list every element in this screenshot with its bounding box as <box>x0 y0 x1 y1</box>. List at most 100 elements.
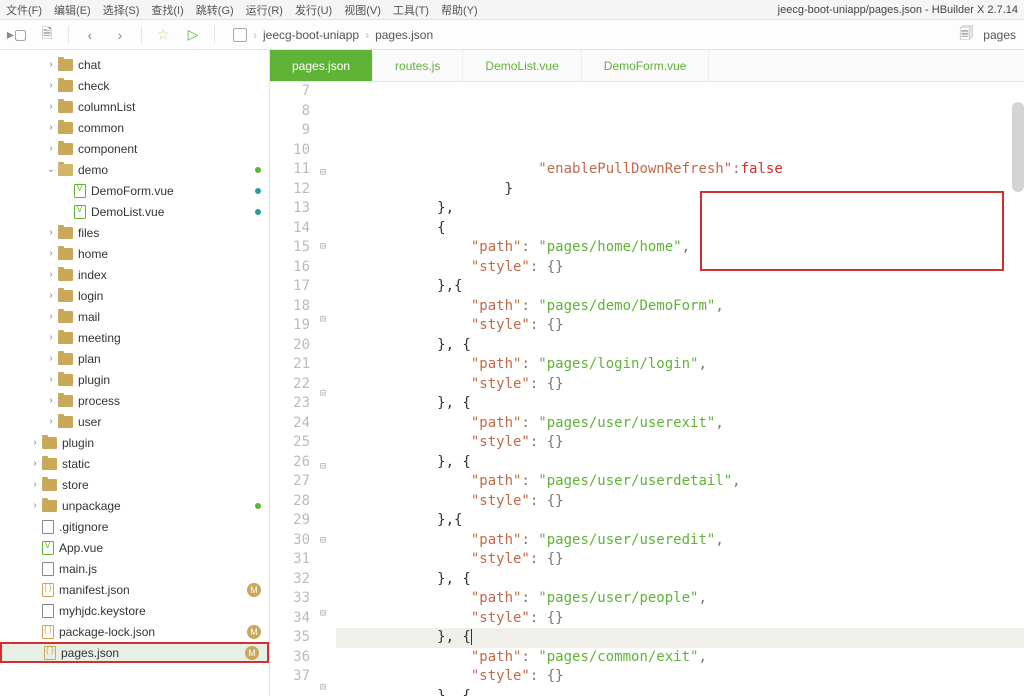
editor-tab[interactable]: routes.js <box>373 50 463 81</box>
run-icon[interactable]: ▷ <box>184 26 202 44</box>
forward-icon[interactable]: › <box>111 26 129 44</box>
code-line[interactable]: }, { <box>336 394 1024 414</box>
folder-item[interactable]: ›common <box>0 117 269 138</box>
file-explorer[interactable]: ›chat›check›columnList›common›component⌄… <box>0 50 270 696</box>
menu-item[interactable]: 发行(U) <box>295 5 332 17</box>
code-line[interactable]: "style": {} <box>336 492 1024 512</box>
outline-icon[interactable]: 🗐 <box>957 26 975 44</box>
code-line[interactable]: "path": "pages/common/exit", <box>336 648 1024 668</box>
chevron-icon[interactable]: › <box>44 101 58 112</box>
code-line[interactable]: "path": "pages/demo/DemoForm", <box>336 297 1024 317</box>
chevron-icon[interactable]: › <box>44 248 58 259</box>
folder-item[interactable]: ›index <box>0 264 269 285</box>
chevron-icon[interactable]: › <box>28 437 42 448</box>
code-line[interactable]: "style": {} <box>336 433 1024 453</box>
folder-item[interactable]: ›login <box>0 285 269 306</box>
code-line[interactable]: "style": {} <box>336 609 1024 629</box>
folder-item[interactable]: ›user <box>0 411 269 432</box>
code-line[interactable]: "path": "pages/home/home", <box>336 238 1024 258</box>
folder-item[interactable]: ›plan <box>0 348 269 369</box>
code-line[interactable]: } <box>336 180 1024 200</box>
chevron-icon[interactable]: › <box>44 59 58 70</box>
code-line[interactable]: "path": "pages/user/userdetail", <box>336 472 1024 492</box>
code-editor[interactable]: 7891011121314151617181920212223242526272… <box>270 82 1024 696</box>
chevron-icon[interactable]: › <box>44 332 58 343</box>
folder-item[interactable]: ›store <box>0 474 269 495</box>
crumb-project[interactable]: jeecg-boot-uniapp <box>263 28 359 42</box>
code-line[interactable]: }, { <box>336 687 1024 696</box>
file-item[interactable]: DemoForm.vue <box>0 180 269 201</box>
file-item[interactable]: pages.jsonM <box>0 642 269 663</box>
menu-item[interactable]: 跳转(G) <box>196 5 234 17</box>
code-line[interactable]: }, { <box>336 336 1024 356</box>
code-line[interactable]: }, { <box>336 570 1024 590</box>
code-line[interactable]: }, { <box>336 628 1024 648</box>
chevron-icon[interactable]: › <box>44 290 58 301</box>
code-line[interactable]: }, <box>336 199 1024 219</box>
favorite-icon[interactable]: ☆ <box>154 26 172 44</box>
folder-item[interactable]: ›check <box>0 75 269 96</box>
editor-tab[interactable]: pages.json <box>270 50 373 81</box>
code-line[interactable]: { <box>336 219 1024 239</box>
chevron-icon[interactable]: ⌄ <box>44 164 58 175</box>
crumb-file[interactable]: pages.json <box>375 28 433 42</box>
folder-item[interactable]: ›home <box>0 243 269 264</box>
code-line[interactable]: "style": {} <box>336 667 1024 687</box>
chevron-icon[interactable]: › <box>44 227 58 238</box>
folder-item[interactable]: ›mail <box>0 306 269 327</box>
menu-item[interactable]: 帮助(Y) <box>441 5 478 17</box>
folder-item[interactable]: ›files <box>0 222 269 243</box>
chevron-icon[interactable]: › <box>44 353 58 364</box>
save-icon[interactable]: 🗎 <box>38 26 56 44</box>
folder-item[interactable]: ›columnList <box>0 96 269 117</box>
chevron-icon[interactable]: › <box>44 395 58 406</box>
chevron-icon[interactable]: › <box>44 269 58 280</box>
chevron-icon[interactable]: › <box>44 80 58 91</box>
folder-item[interactable]: ›component <box>0 138 269 159</box>
code-line[interactable]: "path": "pages/user/people", <box>336 589 1024 609</box>
code-line[interactable]: "style": {} <box>336 375 1024 395</box>
code-line[interactable]: },{ <box>336 511 1024 531</box>
editor-tab[interactable]: DemoList.vue <box>463 50 581 81</box>
folder-item[interactable]: ›unpackage <box>0 495 269 516</box>
folder-item[interactable]: ›static <box>0 453 269 474</box>
code-line[interactable]: "enablePullDownRefresh":false <box>336 160 1024 180</box>
file-item[interactable]: .gitignore <box>0 516 269 537</box>
folder-item[interactable]: ›process <box>0 390 269 411</box>
file-item[interactable]: main.js <box>0 558 269 579</box>
chevron-icon[interactable]: › <box>28 458 42 469</box>
file-item[interactable]: DemoList.vue <box>0 201 269 222</box>
folder-item[interactable]: ›chat <box>0 54 269 75</box>
code-line[interactable]: "path": "pages/user/useredit", <box>336 531 1024 551</box>
chevron-icon[interactable]: › <box>44 416 58 427</box>
code-line[interactable]: "style": {} <box>336 550 1024 570</box>
code-line[interactable]: "style": {} <box>336 258 1024 278</box>
menu-item[interactable]: 选择(S) <box>103 5 140 17</box>
menu-item[interactable]: 查找(I) <box>151 5 183 17</box>
chevron-icon[interactable]: › <box>44 374 58 385</box>
chevron-icon[interactable]: › <box>44 143 58 154</box>
menu-item[interactable]: 编辑(E) <box>54 5 91 17</box>
code-line[interactable]: },{ <box>336 277 1024 297</box>
editor-tab[interactable]: DemoForm.vue <box>582 50 710 81</box>
file-item[interactable]: myhjdc.keystore <box>0 600 269 621</box>
menu-item[interactable]: 视图(V) <box>344 5 381 17</box>
file-item[interactable]: App.vue <box>0 537 269 558</box>
chevron-icon[interactable]: › <box>44 311 58 322</box>
code-line[interactable]: "path": "pages/login/login", <box>336 355 1024 375</box>
folder-item[interactable]: ›plugin <box>0 432 269 453</box>
back-icon[interactable]: ‹ <box>81 26 99 44</box>
folder-item[interactable]: ›plugin <box>0 369 269 390</box>
code-line[interactable]: }, { <box>336 453 1024 473</box>
new-file-icon[interactable]: ▸▢ <box>8 26 26 44</box>
folder-item[interactable]: ⌄demo <box>0 159 269 180</box>
menu-item[interactable]: 运行(R) <box>246 5 283 17</box>
code-line[interactable]: "style": {} <box>336 316 1024 336</box>
chevron-icon[interactable]: › <box>28 479 42 490</box>
menu-item[interactable]: 文件(F) <box>6 5 42 17</box>
chevron-icon[interactable]: › <box>44 122 58 133</box>
code-line[interactable]: "path": "pages/user/userexit", <box>336 414 1024 434</box>
folder-item[interactable]: ›meeting <box>0 327 269 348</box>
file-item[interactable]: manifest.jsonM <box>0 579 269 600</box>
chevron-icon[interactable]: › <box>28 500 42 511</box>
